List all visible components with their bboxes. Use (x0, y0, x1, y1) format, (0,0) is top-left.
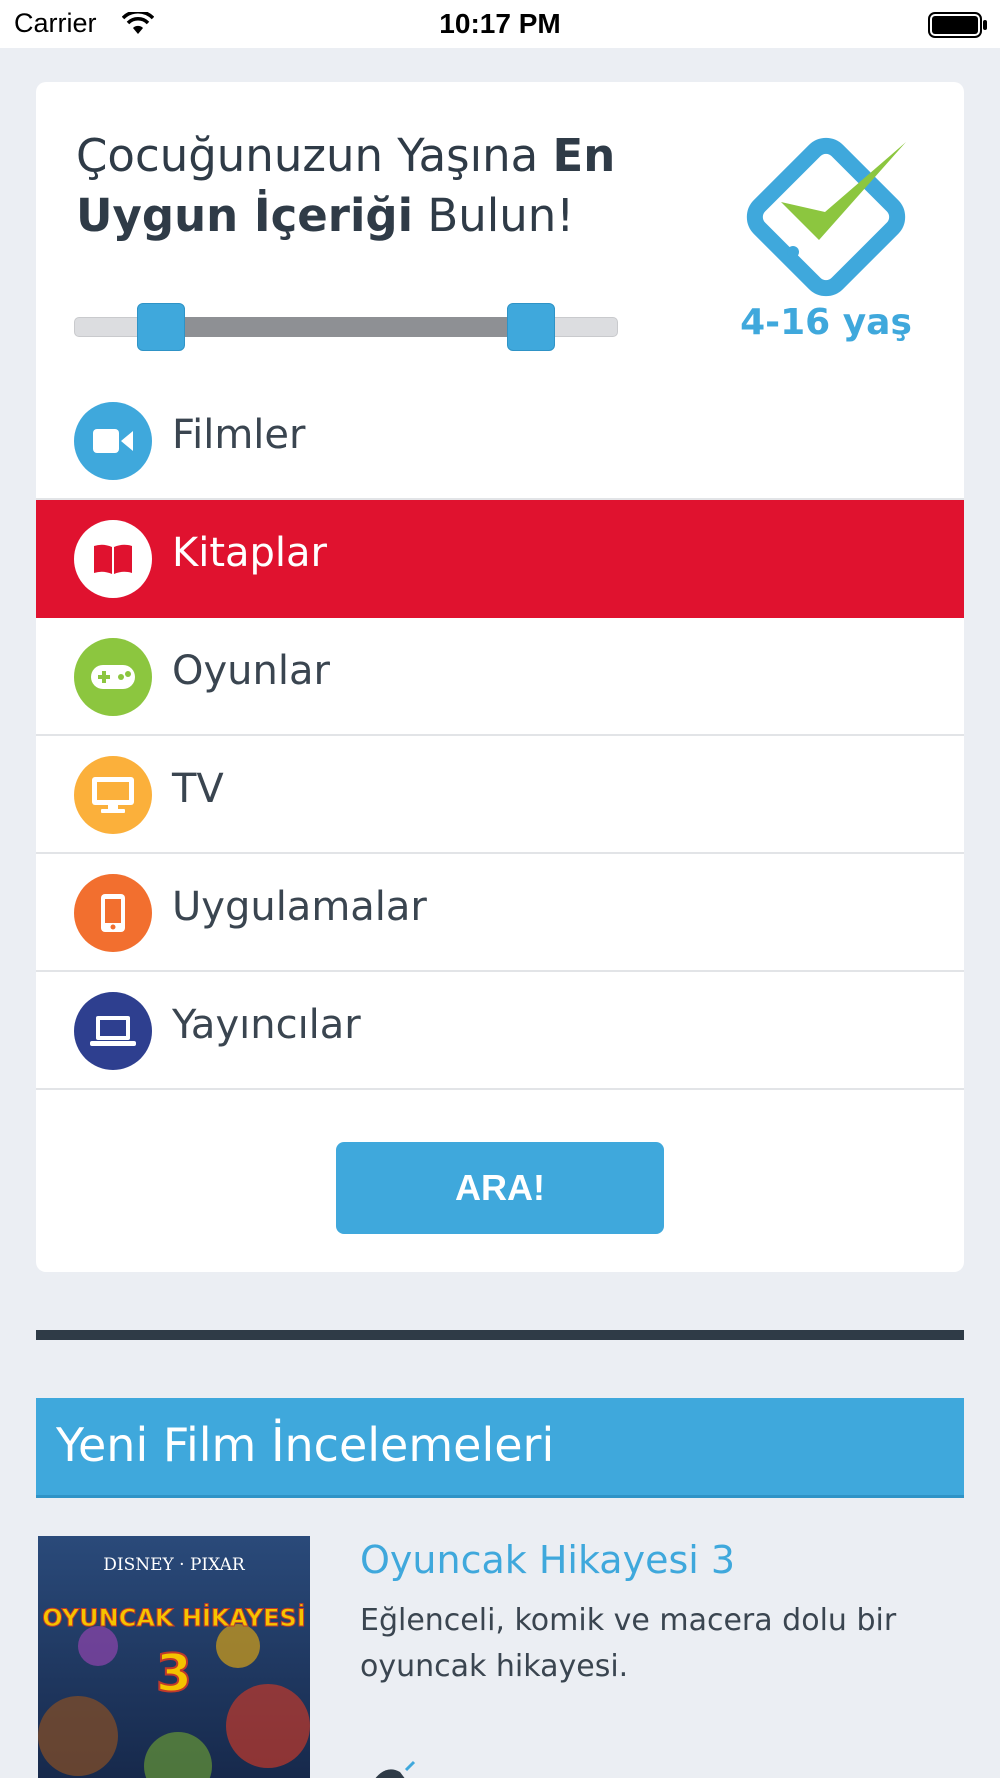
battery-icon (928, 12, 988, 42)
section-divider (36, 1330, 964, 1340)
checkmark-tablet-icon (741, 122, 921, 306)
phone-icon (74, 874, 152, 952)
finder-title: Çocuğunuzun Yaşına En Uygun İçeriği Bulu… (76, 126, 676, 246)
age-range-slider[interactable] (74, 303, 618, 351)
section-header: Yeni Film İncelemeleri (36, 1398, 964, 1498)
status-bar: Carrier 10:17 PM (0, 0, 1000, 48)
category-item-yayincilar[interactable]: Yayıncılar (36, 972, 964, 1090)
content-finder-card: Çocuğunuzun Yaşına En Uygun İçeriği Bulu… (36, 82, 964, 1272)
category-label: Yayıncılar (172, 1002, 361, 1048)
category-item-filmler[interactable]: Filmler (36, 382, 964, 500)
poster-brand: DISNEY · PIXAR (103, 1555, 246, 1575)
rating-icon (366, 1760, 426, 1778)
review-title[interactable]: Oyuncak Hikayesi 3 (360, 1538, 735, 1582)
book-icon (74, 520, 152, 598)
category-item-kitaplar[interactable]: Kitaplar (36, 500, 964, 618)
category-label: Oyunlar (172, 648, 330, 694)
video-camera-icon (74, 402, 152, 480)
category-label: TV (172, 766, 224, 812)
category-list: Filmler Kitaplar Oyunlar TV Uygulamalar (36, 382, 964, 1090)
monitor-icon (74, 756, 152, 834)
poster-number: 3 (156, 1644, 192, 1704)
slider-max-handle[interactable] (506, 303, 555, 351)
gamepad-icon (74, 638, 152, 716)
category-label: Kitaplar (172, 530, 327, 576)
category-label: Uygulamalar (172, 884, 427, 930)
clock: 10:17 PM (439, 8, 561, 39)
movie-poster[interactable]: DISNEY · PIXAR OYUNCAK HİKAYESİ 3 (38, 1536, 310, 1778)
review-item[interactable]: DISNEY · PIXAR OYUNCAK HİKAYESİ 3 Oyunca… (36, 1534, 964, 1778)
age-range-label: 4-16 yaş (740, 302, 912, 343)
section-title: Yeni Film İncelemeleri (56, 1418, 555, 1472)
category-item-uygulamalar[interactable]: Uygulamalar (36, 854, 964, 972)
title-text-1: Çocuğunuzun Yaşına (76, 129, 553, 182)
search-button[interactable]: ARA! (336, 1142, 664, 1234)
title-text-2: Bulun! (413, 189, 575, 242)
category-item-tv[interactable]: TV (36, 736, 964, 854)
review-description: Eğlenceli, komik ve macera dolu bir oyun… (360, 1603, 897, 1684)
slider-min-handle[interactable] (137, 303, 186, 351)
category-item-oyunlar[interactable]: Oyunlar (36, 618, 964, 736)
category-label: Filmler (172, 412, 306, 458)
laptop-icon (74, 992, 152, 1070)
slider-selected-range (161, 317, 531, 337)
poster-title: OYUNCAK HİKAYESİ (42, 1603, 306, 1632)
